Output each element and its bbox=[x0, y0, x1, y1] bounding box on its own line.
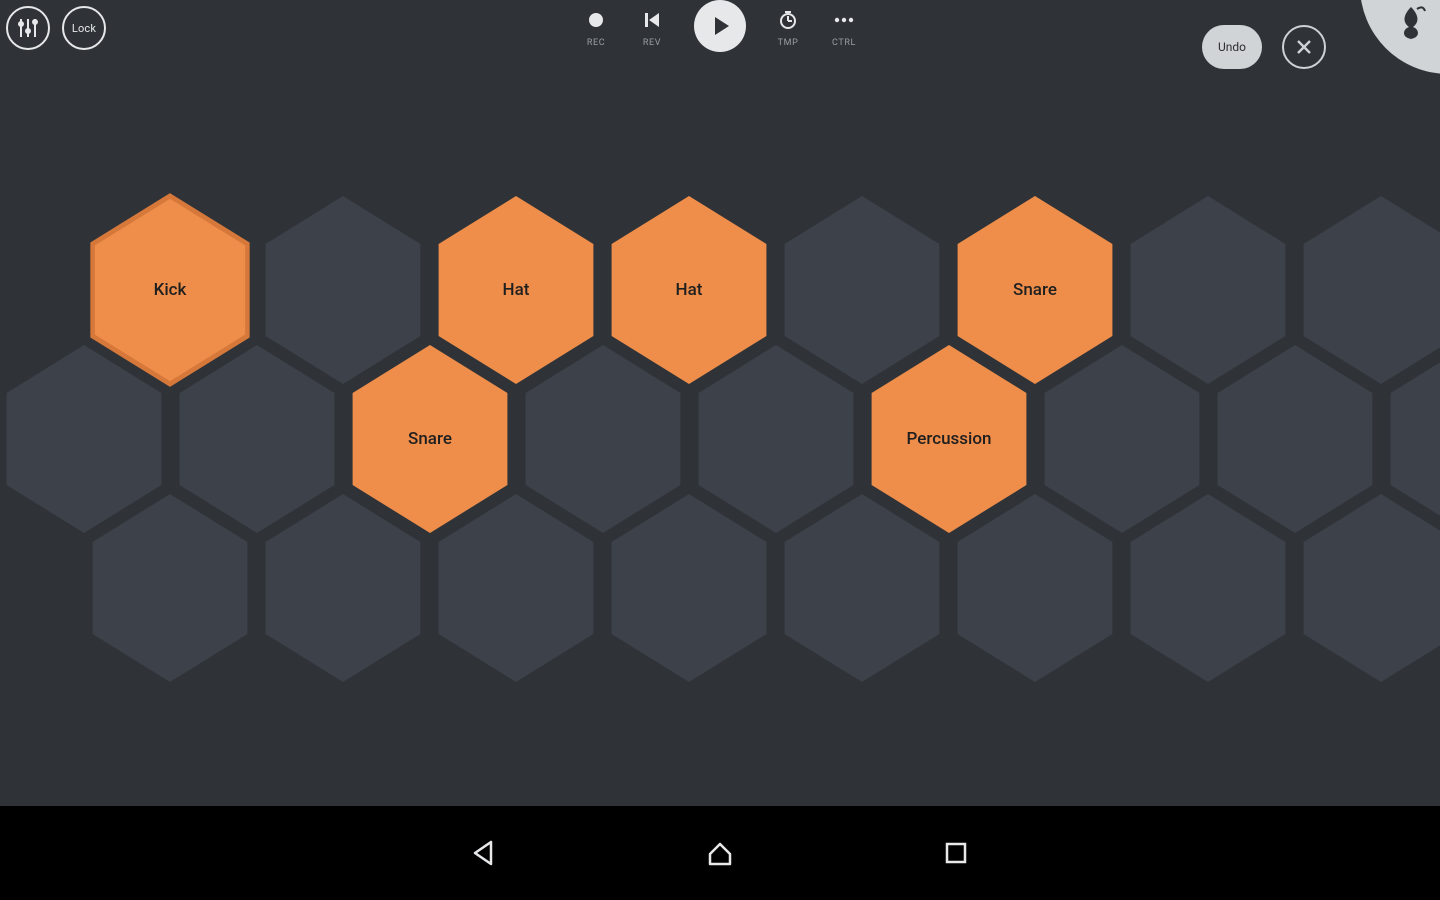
drum-pad-empty[interactable] bbox=[80, 488, 260, 688]
drum-pad-grid: KickHatHatSnareSnarePercussion bbox=[0, 0, 1440, 806]
drum-pad-empty[interactable] bbox=[599, 488, 779, 688]
nav-home-button[interactable] bbox=[702, 835, 738, 871]
lock-label: Lock bbox=[72, 22, 96, 35]
home-icon bbox=[705, 838, 735, 868]
rewind-sublabel: REV bbox=[643, 38, 661, 48]
play-icon bbox=[707, 13, 733, 39]
android-nav-bar bbox=[0, 806, 1440, 900]
nav-recent-button[interactable] bbox=[938, 835, 974, 871]
drum-pad-empty[interactable] bbox=[1291, 488, 1440, 688]
drum-pad-empty[interactable] bbox=[253, 488, 433, 688]
nav-back-button[interactable] bbox=[466, 835, 502, 871]
record-button[interactable]: REC bbox=[582, 6, 610, 48]
record-icon bbox=[587, 11, 605, 29]
record-sublabel: REC bbox=[587, 38, 605, 48]
back-icon bbox=[469, 838, 499, 868]
tempo-sublabel: TMP bbox=[778, 38, 799, 48]
app-surface: KickHatHatSnareSnarePercussion Lock REC bbox=[0, 0, 1440, 806]
app-logo-corner[interactable] bbox=[1360, 0, 1440, 74]
undo-button[interactable]: Undo bbox=[1202, 25, 1262, 69]
undo-label: Undo bbox=[1218, 40, 1246, 54]
play-button[interactable] bbox=[694, 0, 746, 52]
drum-pad-empty[interactable] bbox=[426, 488, 606, 688]
mixer-button[interactable] bbox=[6, 6, 50, 50]
drum-pad-empty[interactable] bbox=[772, 488, 952, 688]
mixer-icon bbox=[16, 16, 40, 40]
close-button[interactable] bbox=[1282, 25, 1326, 69]
drum-pad-empty[interactable] bbox=[945, 488, 1125, 688]
fl-logo-icon bbox=[1391, 3, 1431, 43]
tempo-button[interactable]: TMP bbox=[774, 6, 802, 48]
recent-icon bbox=[942, 839, 970, 867]
top-toolbar: Lock REC REV bbox=[0, 0, 1440, 70]
close-icon bbox=[1294, 37, 1314, 57]
ctrl-button[interactable]: CTRL bbox=[830, 6, 858, 48]
toolbar-left-group: Lock bbox=[6, 6, 106, 50]
more-icon bbox=[832, 8, 856, 32]
ctrl-sublabel: CTRL bbox=[832, 38, 856, 48]
tempo-icon bbox=[778, 10, 798, 30]
rewind-button[interactable]: REV bbox=[638, 6, 666, 48]
toolbar-right-group: Undo bbox=[1202, 0, 1434, 88]
lock-button[interactable]: Lock bbox=[62, 6, 106, 50]
transport-controls: REC REV TMP CTRL bbox=[582, 6, 858, 52]
rewind-icon bbox=[642, 10, 662, 30]
drum-pad-empty[interactable] bbox=[1118, 488, 1298, 688]
